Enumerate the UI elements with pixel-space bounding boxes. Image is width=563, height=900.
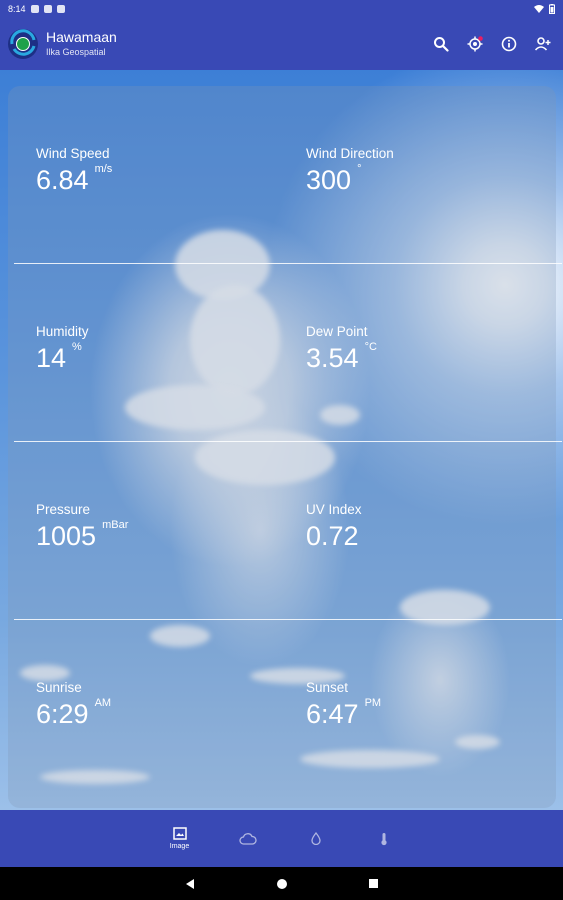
pressure-cell: Pressure 1005 mBar: [36, 502, 128, 552]
uv-index-cell: UV Index 0.72: [306, 502, 362, 552]
app-bar: Hawamaan Ilka Geospatial: [0, 18, 563, 70]
wind-speed-value: 6.84: [36, 165, 89, 195]
sunset-cell: Sunset 6:47 PM: [306, 680, 381, 730]
image-icon: [172, 827, 187, 840]
thermometer-icon: [380, 832, 387, 845]
app-title: Hawamaan: [46, 29, 117, 46]
weather-row: Pressure 1005 mBar UV Index 0.72: [8, 442, 556, 620]
weather-row: Wind Speed 6.84 m/s Wind Direction 300 °: [8, 86, 556, 264]
nav-item-humidity[interactable]: [282, 810, 350, 867]
notification-dot: [478, 36, 483, 41]
wind-speed-unit: m/s: [94, 163, 113, 175]
search-icon[interactable]: [433, 36, 449, 52]
notification-icon: [56, 5, 65, 13]
pressure-value: 1005: [36, 521, 97, 551]
weather-row: Sunrise 6:29 AM Sunset 6:47 PM: [8, 620, 556, 798]
uv-index-value: 0.72: [306, 521, 359, 551]
nav-item-temperature[interactable]: [350, 810, 418, 867]
humidity-value: 14: [36, 343, 67, 373]
sunset-label: Sunset: [306, 680, 349, 695]
humidity-label: Humidity: [36, 324, 89, 339]
sunrise-cell: Sunrise 6:29 AM: [36, 680, 111, 730]
wind-direction-cell: Wind Direction 300 °: [306, 146, 394, 196]
home-icon[interactable]: [276, 878, 288, 890]
system-navigation-bar: [0, 867, 563, 900]
sunrise-unit: AM: [94, 697, 112, 709]
cloud-icon: [238, 832, 257, 845]
nav-item-cloud[interactable]: [214, 810, 282, 867]
wind-direction-unit: °: [357, 163, 362, 175]
recents-icon[interactable]: [368, 878, 379, 889]
humidity-cell: Humidity 14%: [36, 324, 89, 374]
battery-icon: [549, 4, 555, 14]
location-icon[interactable]: [467, 36, 483, 52]
app-logo: [6, 27, 40, 61]
sunset-value: 6:47: [306, 699, 359, 729]
wind-speed-cell: Wind Speed 6.84 m/s: [36, 146, 112, 196]
dew-point-cell: Dew Point 3.54 °C: [306, 324, 377, 374]
wind-direction-value: 300: [306, 165, 352, 195]
app-subtitle: Ilka Geospatial: [46, 46, 106, 57]
uv-index-label: UV Index: [306, 502, 362, 517]
pressure-label: Pressure: [36, 502, 91, 517]
notification-icon: [30, 5, 39, 13]
info-icon[interactable]: [501, 36, 517, 52]
humidity-unit: %: [72, 341, 82, 353]
wind-speed-label: Wind Speed: [36, 146, 110, 161]
account-icon[interactable]: [535, 36, 551, 52]
weather-card: Wind Speed 6.84 m/s Wind Direction 300 ° H…: [8, 86, 562, 808]
wind-direction-label: Wind Direction: [306, 146, 394, 161]
bottom-navigation: Image: [0, 810, 563, 867]
back-icon[interactable]: [184, 878, 196, 890]
status-bar: 8:14: [0, 0, 563, 18]
sunrise-value: 6:29: [36, 699, 89, 729]
pressure-unit: mBar: [102, 519, 129, 531]
dew-point-value: 3.54: [306, 343, 359, 373]
wifi-icon: [534, 4, 544, 13]
dew-point-label: Dew Point: [306, 324, 368, 339]
sunrise-label: Sunrise: [36, 680, 82, 695]
weather-row: Humidity 14% Dew Point 3.54 °C: [8, 264, 556, 442]
nav-item-image[interactable]: Image: [146, 810, 214, 867]
status-time: 8:14: [8, 4, 26, 14]
dew-point-unit: °C: [364, 341, 377, 353]
sunset-unit: PM: [364, 697, 382, 709]
nav-item-label: Image: [169, 843, 190, 850]
notification-icon: [43, 5, 52, 13]
drop-icon: [310, 832, 321, 845]
